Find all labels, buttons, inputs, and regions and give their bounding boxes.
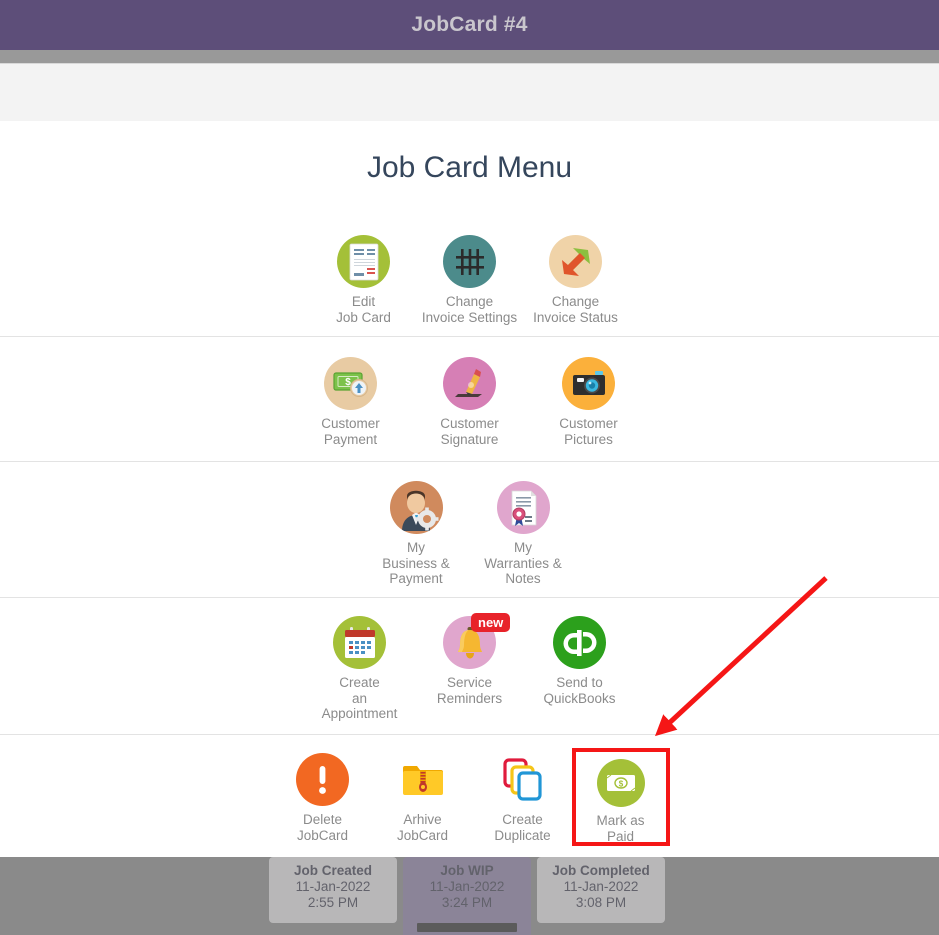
status-card-time: 3:24 PM [441, 894, 493, 910]
job-card-menu-panel: Job Card Menu Edit Job Card Change Invoi… [0, 121, 939, 859]
status-card-date: 11-Jan-2022 [429, 879, 505, 894]
mark-as-paid-icon-wrap: $ [596, 759, 645, 807]
menu-tile-mark-as-paid[interactable]: $ Mark as Paid [571, 748, 670, 846]
settings-sliders-icon [443, 235, 496, 288]
change-invoice-status-icon-wrap [549, 235, 602, 288]
menu-row-2: $ Customer Payment Customer Signature Cu… [0, 337, 939, 462]
status-card-title: Job Created [293, 863, 373, 878]
exclamation-circle-icon [296, 753, 349, 806]
menu-tile-customer-signature[interactable]: Customer Signature [417, 352, 523, 447]
menu-row-4: Create an Appointment new Service Remind… [0, 598, 939, 735]
send-to-quickbooks-icon-wrap [553, 616, 606, 669]
menu-row-5: Delete JobCard Arhive JobCard Create Dup… [0, 735, 939, 859]
job-status-card-list: Job Created 11-Jan-2022 2:55 PM Job WIP … [266, 857, 668, 935]
menu-tile-create-duplicate[interactable]: Create Duplicate [470, 748, 576, 843]
menu-tile-change-invoice-status[interactable]: Change Invoice Status [523, 230, 629, 325]
money-upload-icon: $ [324, 357, 377, 410]
folder-zip-icon [396, 753, 449, 806]
customer-pictures-icon-wrap [562, 357, 615, 410]
exchange-arrows-icon [549, 235, 602, 288]
menu-tile-label: Edit Job Card [336, 294, 391, 325]
my-warranties-notes-icon-wrap [496, 481, 550, 534]
status-card-title: Job Completed [552, 863, 650, 878]
status-card-date: 11-Jan-2022 [563, 879, 639, 894]
menu-tile-label: Delete JobCard [296, 812, 349, 843]
status-card-job-created[interactable]: Job Created 11-Jan-2022 2:55 PM [269, 857, 397, 923]
my-business-payment-icon-wrap [389, 481, 443, 534]
signature-pen-icon [443, 357, 496, 410]
new-badge: new [471, 613, 511, 632]
menu-tile-create-an-appointment[interactable]: Create an Appointment [307, 611, 413, 722]
banknote-icon: $ [596, 759, 645, 807]
customer-payment-icon-wrap: $ [324, 357, 377, 410]
menu-tile-arhive-jobcard[interactable]: Arhive JobCard [370, 748, 476, 843]
menu-tile-label: My Warranties & Notes [484, 540, 562, 586]
page-title: Job Card Menu [366, 151, 573, 184]
window-secondary-strip [0, 50, 939, 64]
menu-tile-label: Customer Signature [440, 416, 499, 447]
menu-tile-label: Customer Payment [321, 416, 380, 447]
menu-tile-label: Create Duplicate [494, 812, 551, 843]
menu-tile-send-to-quickbooks[interactable]: Send to QuickBooks [527, 611, 633, 706]
menu-tile-my-warranties-notes[interactable]: My Warranties & Notes [470, 476, 576, 587]
status-card-time: 2:55 PM [307, 894, 359, 910]
status-card-date: 11-Jan-2022 [295, 879, 371, 894]
document-icon [337, 235, 390, 288]
menu-tile-delete-jobcard[interactable]: Delete JobCard [270, 748, 376, 843]
window-title: JobCard #4 [411, 13, 528, 36]
menu-tile-label: Arhive JobCard [396, 812, 449, 843]
menu-tile-label: Send to QuickBooks [543, 675, 616, 706]
certificate-icon [496, 481, 550, 534]
active-status-indicator [417, 923, 517, 932]
status-card-time: 3:08 PM [575, 894, 627, 910]
menu-row-1: Edit Job Card Change Invoice Settings Ch… [0, 211, 939, 337]
create-duplicate-icon-wrap [496, 753, 549, 806]
copy-stack-icon [496, 753, 549, 806]
businessman-gear-icon [389, 481, 443, 534]
edit-job-card-icon-wrap [337, 235, 390, 288]
menu-tile-label: My Business & Payment [382, 540, 450, 586]
menu-tile-customer-pictures[interactable]: Customer Pictures [536, 352, 642, 447]
create-an-appointment-icon-wrap [333, 616, 386, 669]
quickbooks-icon [553, 616, 606, 669]
job-status-bar: Job Created 11-Jan-2022 2:55 PM Job WIP … [0, 857, 939, 935]
status-card-title: Job WIP [440, 863, 494, 878]
calendar-icon [333, 616, 386, 669]
menu-tile-label: Mark as Paid [596, 813, 645, 844]
camera-icon [562, 357, 615, 410]
menu-tile-label: Change Invoice Status [533, 294, 618, 325]
toolbar-area [0, 64, 939, 122]
customer-signature-icon-wrap [443, 357, 496, 410]
window-title-bar: JobCard #4 [0, 0, 939, 50]
menu-tile-label: Customer Pictures [559, 416, 618, 447]
status-card-job-wip[interactable]: Job WIP 11-Jan-2022 3:24 PM [403, 857, 531, 935]
menu-tile-service-reminders[interactable]: new Service Reminders [417, 611, 523, 706]
status-card-job-completed[interactable]: Job Completed 11-Jan-2022 3:08 PM [537, 857, 665, 923]
delete-jobcard-icon-wrap [296, 753, 349, 806]
menu-row-3: My Business & Payment My Warranties & No… [0, 462, 939, 598]
service-reminders-icon-wrap: new [443, 613, 511, 669]
menu-tile-my-business-payment[interactable]: My Business & Payment [363, 476, 469, 587]
arhive-jobcard-icon-wrap [396, 753, 449, 806]
change-invoice-settings-icon-wrap [443, 235, 496, 288]
menu-tile-customer-payment[interactable]: $ Customer Payment [298, 352, 404, 447]
svg-text:$: $ [618, 780, 623, 789]
